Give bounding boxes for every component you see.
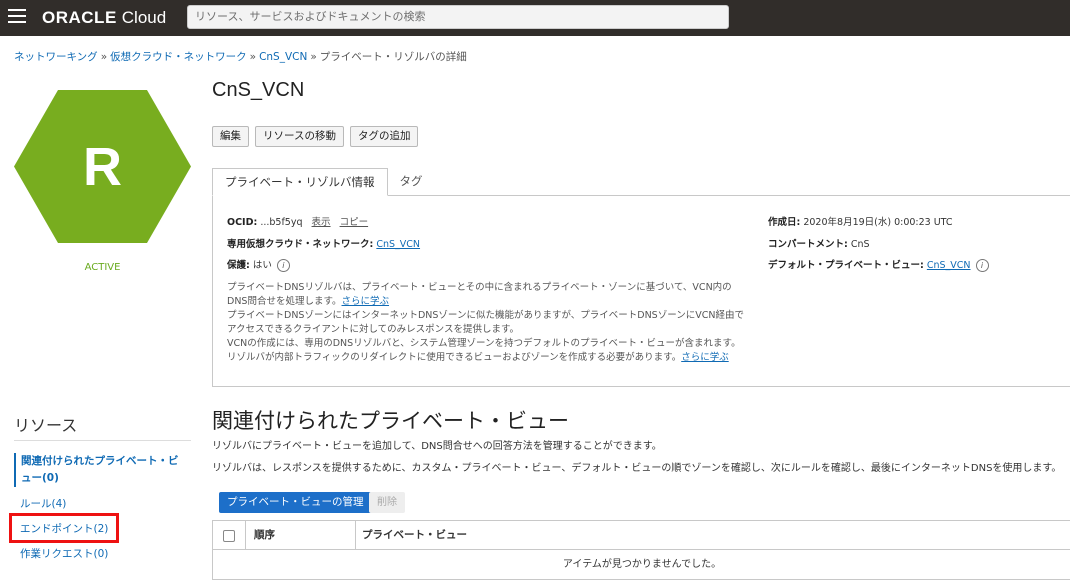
protect-row: 保護: はい i [227, 257, 290, 272]
learn-more-link[interactable]: さらに学ぶ [681, 352, 729, 363]
move-resource-button[interactable]: リソースの移動 [255, 126, 344, 147]
resources-heading: リソース [14, 418, 78, 435]
breadcrumb-vcn-list[interactable]: 仮想クラウド・ネットワーク [110, 51, 247, 63]
oracle-cloud-logo[interactable]: ORACLE Cloud [42, 8, 166, 28]
top-bar: ORACLE Cloud リソース、サービスおよびドキュメントの検索 [0, 0, 1070, 36]
page-title: CnS_VCN [212, 79, 305, 101]
add-tags-button[interactable]: タグの追加 [349, 126, 419, 147]
show-ocid-link[interactable]: 表示 [312, 217, 331, 228]
highlight-box [9, 513, 119, 543]
manage-private-views-button[interactable]: プライベート・ビューの管理 [219, 492, 372, 513]
action-bar: 編集 リソースの移動 タグの追加 [212, 126, 419, 147]
tab-tags[interactable]: タグ [388, 168, 435, 196]
breadcrumb: ネットワーキング» 仮想クラウド・ネットワーク» CnS_VCN» プライベート・リゾ… [14, 51, 467, 63]
breadcrumb-current: プライベート・リゾルバの詳細 [319, 51, 467, 63]
info-icon[interactable]: i [975, 259, 989, 272]
copy-ocid-link[interactable]: コピー [340, 217, 369, 228]
resolver-description: プライベートDNSリゾルバは、プライベート・ビューとその中に含まれるプライベート… [227, 282, 744, 363]
default-view-link[interactable]: CnS_VCN [927, 260, 971, 271]
breadcrumb-vcn[interactable]: CnS_VCN [259, 51, 307, 63]
select-all-checkbox[interactable] [223, 530, 235, 542]
empty-table-message: アイテムが見つかりませんでした。 [562, 559, 722, 570]
column-header-private-view[interactable]: プライベート・ビュー [355, 521, 467, 550]
breadcrumb-networking[interactable]: ネットワーキング [14, 51, 98, 63]
sidebar-item-rules[interactable]: ルール(4) [20, 496, 66, 512]
sidebar-item-work-requests[interactable]: 作業リクエスト(0) [20, 546, 108, 562]
info-icon[interactable]: i [276, 259, 290, 272]
ocid-row: OCID: ...b5f5yq 表示 コピー [227, 217, 369, 228]
default-view-row: デフォルト・プライベート・ビュー: CnS_VCN i [768, 257, 989, 272]
edit-button[interactable]: 編集 [212, 126, 249, 147]
private-views-table: 順序 プライベート・ビュー アイテムが見つかりませんでした。 [212, 520, 1070, 580]
ocid-value: ...b5f5yq [260, 217, 303, 228]
vcn-row: 専用仮想クラウド・ネットワーク: CnS_VCN [227, 239, 421, 250]
column-header-order[interactable]: 順序 [245, 521, 355, 550]
hamburger-menu-icon[interactable] [8, 9, 26, 25]
table-header: 順序 プライベート・ビュー [213, 521, 1070, 550]
divider [14, 440, 191, 441]
search-input[interactable]: リソース、サービスおよびドキュメントの検索 [187, 5, 729, 29]
vcn-link[interactable]: CnS_VCN [376, 239, 420, 250]
resolver-info-panel: OCID: ...b5f5yq 表示 コピー 専用仮想クラウド・ネットワーク: … [212, 195, 1070, 387]
section-description: リゾルバにプライベート・ビューを追加して、DNS問合せへの回答方法を管理すること… [212, 441, 662, 452]
delete-button: 削除 [369, 492, 405, 513]
section-description: リゾルバは、レスポンスを提供するために、カスタム・プライベート・ビュー、デフォル… [212, 463, 1062, 474]
tab-bar: プライベート・リゾルバ情報 タグ [212, 168, 435, 196]
sidebar-item-associated-views[interactable]: 関連付けられたプライベート・ビ ュー(0) [14, 453, 191, 487]
resource-letter: R [83, 136, 122, 197]
created-row: 作成日: 2020年8月19日(水) 0:00:23 UTC [768, 217, 953, 228]
section-title: 関連付けられたプライベート・ビュー [212, 410, 569, 433]
status-badge: ACTIVE [84, 262, 121, 273]
learn-more-link[interactable]: さらに学ぶ [342, 296, 390, 307]
tab-resolver-info[interactable]: プライベート・リゾルバ情報 [212, 168, 388, 196]
compartment-row: コンパートメント: CnS [768, 239, 870, 250]
